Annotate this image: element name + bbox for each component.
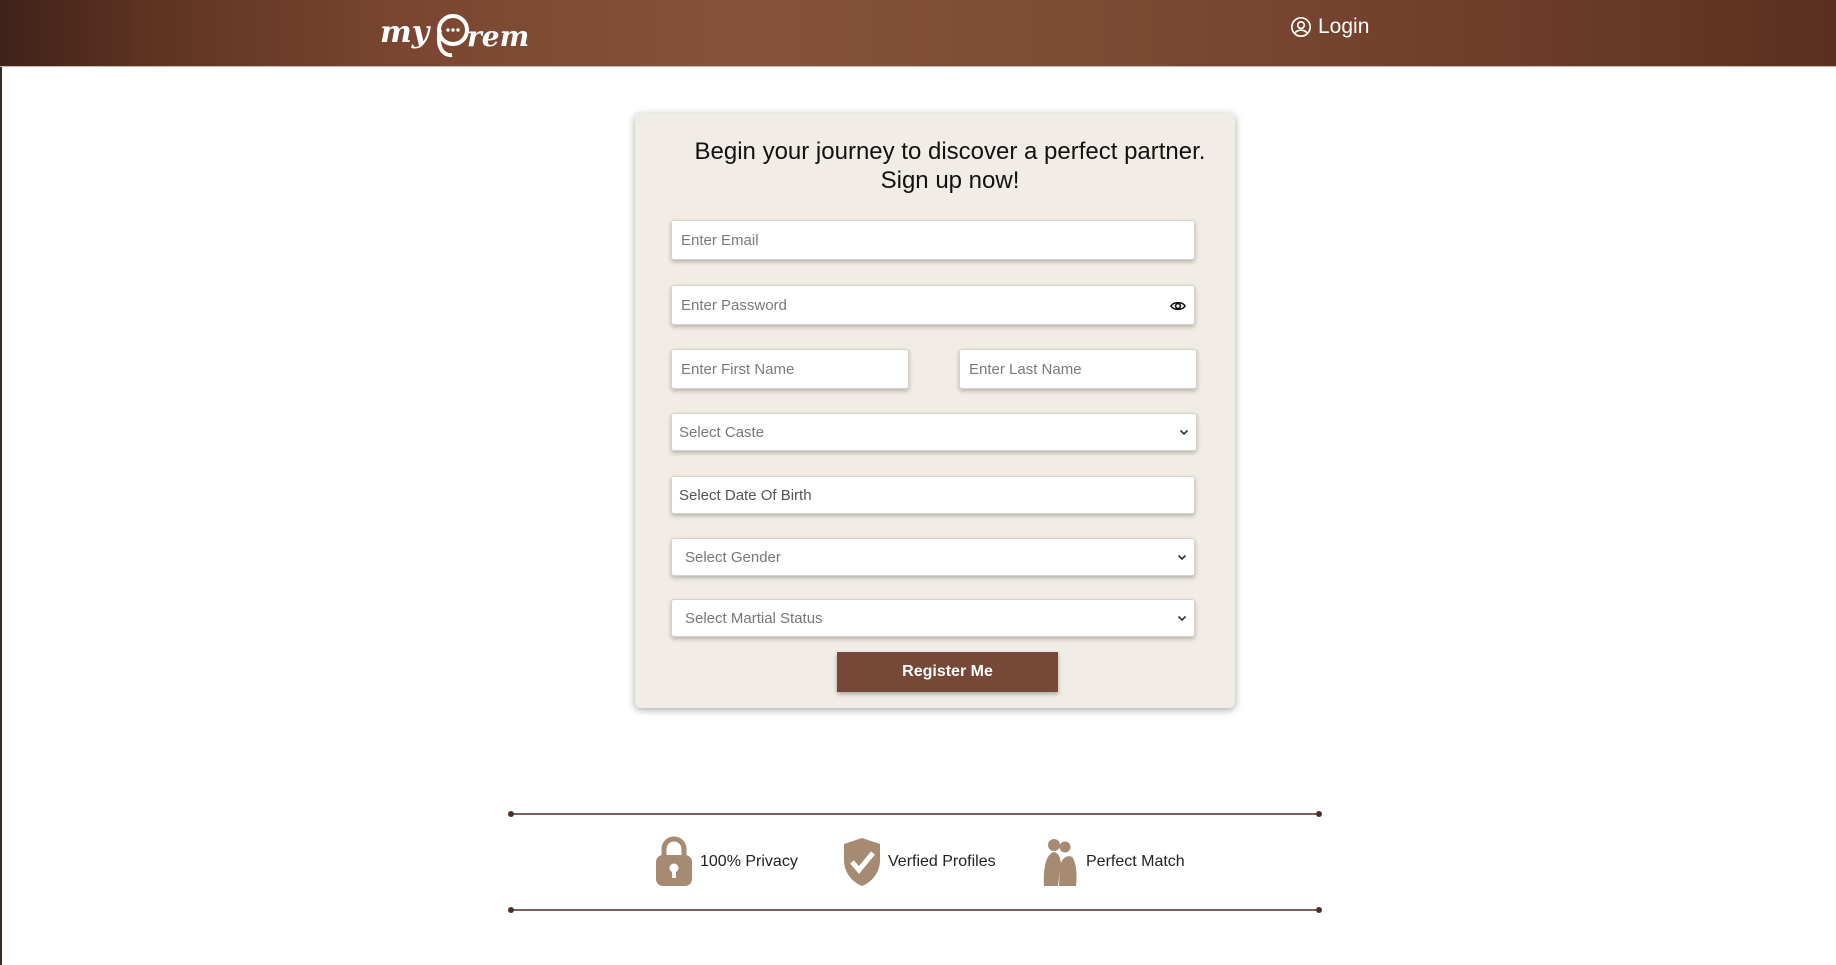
- password-input[interactable]: [672, 286, 1194, 324]
- chevron-down-icon: [1177, 554, 1187, 561]
- headline-line-1: Begin your journey to discover a perfect…: [694, 138, 1206, 165]
- email-field-wrap: [671, 220, 1195, 260]
- caste-select[interactable]: Select Caste: [671, 413, 1197, 451]
- couple-icon: [1043, 839, 1077, 886]
- chevron-down-icon: [1177, 615, 1187, 622]
- feature-privacy: 100% Privacy: [654, 834, 798, 890]
- marital-status-select[interactable]: Select Martial Status: [671, 599, 1195, 637]
- last-name-input[interactable]: [960, 350, 1196, 388]
- gender-select-value: Select Gender: [685, 548, 781, 566]
- login-link[interactable]: Login: [1290, 12, 1369, 42]
- user-circle-icon: [1291, 17, 1311, 37]
- divider-dot: [1316, 811, 1322, 817]
- divider-dot: [1316, 907, 1322, 913]
- show-password-eye-icon[interactable]: [1170, 298, 1186, 314]
- signup-headline: Begin your journey to discover a perfect…: [635, 137, 1235, 195]
- caste-select-value: Select Caste: [679, 423, 765, 441]
- svg-text:rem: rem: [467, 20, 529, 53]
- svg-text:my: my: [380, 15, 432, 50]
- feature-privacy-label: 100% Privacy: [700, 853, 798, 870]
- shield-check-icon: [844, 838, 880, 886]
- first-name-field-wrap: [671, 349, 909, 389]
- feature-perfect-match-label: Perfect Match: [1086, 853, 1185, 870]
- feature-verified: Verfied Profiles: [842, 834, 996, 890]
- top-navbar: my rem Login: [0, 0, 1836, 67]
- last-name-field-wrap: [959, 349, 1197, 389]
- feature-perfect-match: Perfect Match: [1040, 834, 1185, 890]
- chevron-down-icon: [1179, 429, 1189, 436]
- brand-logo[interactable]: my rem: [378, 8, 543, 62]
- dob-field-value: Select Date Of Birth: [679, 486, 812, 504]
- signup-card: Begin your journey to discover a perfect…: [635, 113, 1235, 708]
- gender-select[interactable]: Select Gender: [671, 538, 1195, 576]
- divider-bottom: [508, 907, 1322, 913]
- divider-dot: [508, 811, 514, 817]
- page-left-border: [0, 0, 2, 965]
- marital-select-value: Select Martial Status: [685, 609, 823, 627]
- divider-top: [508, 811, 1322, 817]
- first-name-input[interactable]: [672, 350, 908, 388]
- login-label[interactable]: Login: [1318, 15, 1369, 39]
- lock-icon: [656, 836, 692, 886]
- divider-dot: [508, 907, 514, 913]
- feature-verified-label: Verfied Profiles: [888, 853, 996, 870]
- headline-line-2: Sign up now!: [880, 167, 1020, 194]
- password-field-wrap: [671, 285, 1195, 325]
- email-input[interactable]: [672, 221, 1194, 259]
- register-button[interactable]: Register Me: [837, 652, 1058, 692]
- dob-field[interactable]: Select Date Of Birth: [671, 476, 1195, 514]
